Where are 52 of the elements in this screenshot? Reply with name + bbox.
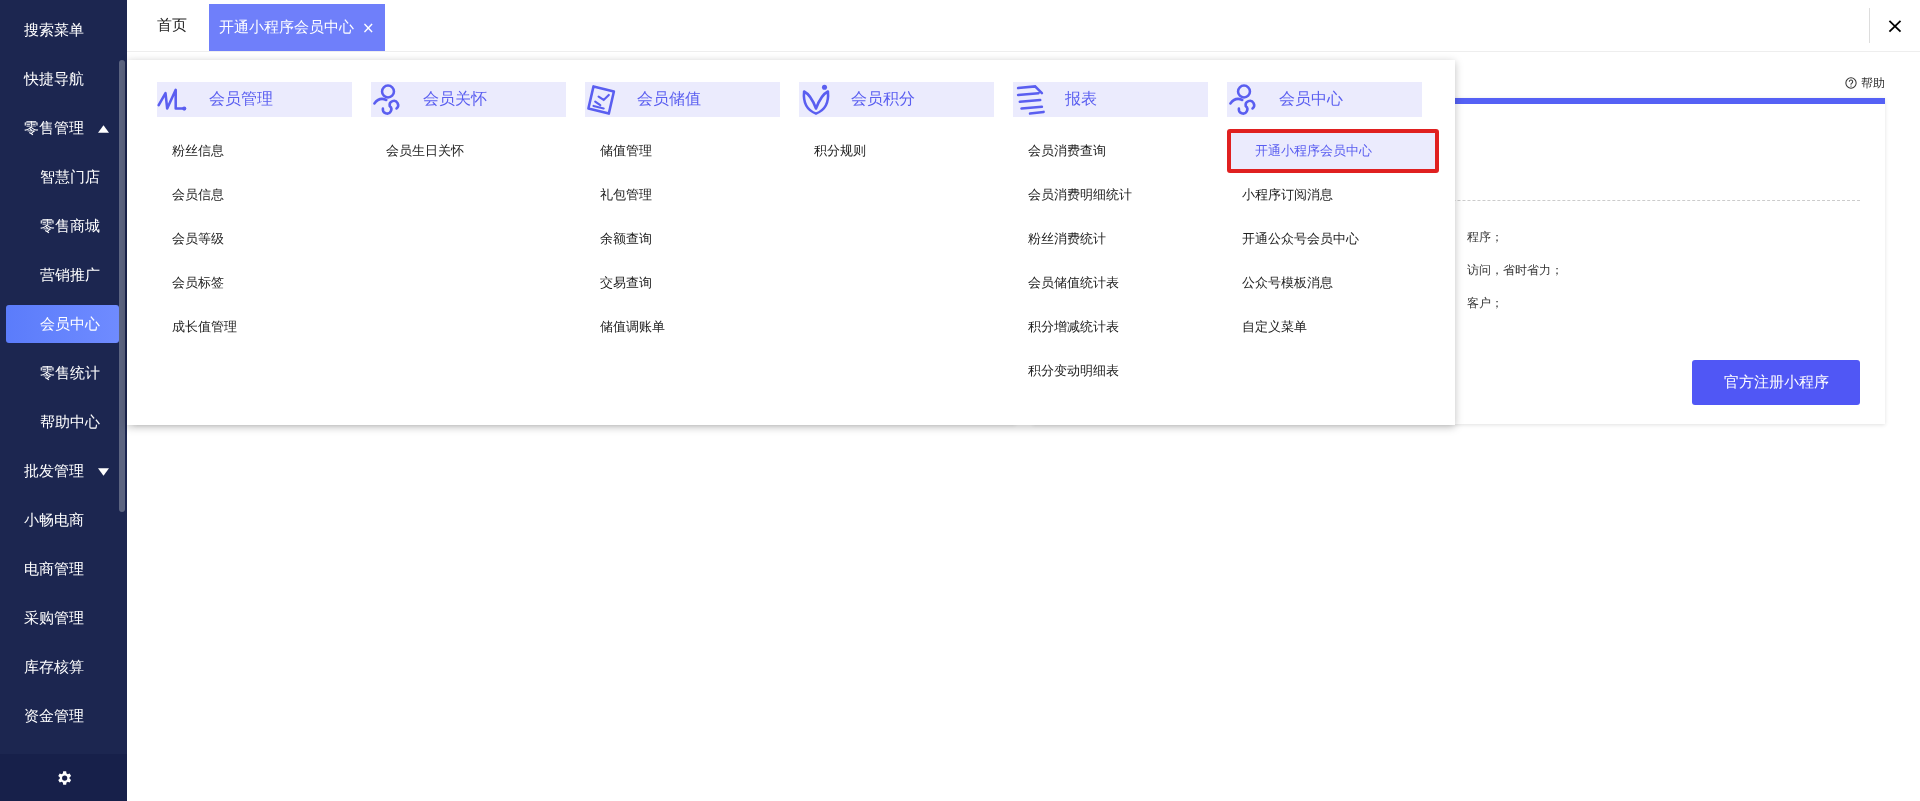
menu-item[interactable]: 小程序订阅消息 [1227,173,1441,217]
menu-item[interactable]: 礼包管理 [585,173,799,217]
menu-header-title: 会员储值 [637,89,701,110]
nav-subitem[interactable]: 营销推广 [0,251,127,300]
menu-item[interactable]: 会员信息 [157,173,371,217]
menu-item[interactable]: 积分增减统计表 [1013,305,1227,349]
menu-header-title: 报表 [1065,89,1097,110]
info-text: 客户； [1467,295,1504,312]
nav-subitem[interactable]: 智慧门店 [0,153,127,202]
menu-header-title: 会员积分 [851,89,915,110]
nav-item[interactable]: 批发管理 [0,447,127,496]
nav-subitem[interactable]: 零售统计 [0,349,127,398]
menu-item[interactable]: 粉丝消费统计 [1013,217,1227,261]
menu-item[interactable]: 开通小程序会员中心 [1227,129,1439,173]
question-icon [1845,77,1857,89]
menu-item[interactable]: 成长值管理 [157,305,371,349]
menu-item[interactable]: 会员等级 [157,217,371,261]
nav-subitem[interactable]: 零售商城 [0,202,127,251]
nav-item[interactable]: 零售管理 [0,104,127,153]
nav-item[interactable]: 小畅电商 [0,496,127,545]
menu-header-title: 会员中心 [1279,89,1343,110]
nav-item[interactable]: 资金管理 [0,692,127,741]
menu-item[interactable]: 积分变动明细表 [1013,349,1227,393]
nav-item[interactable]: 快捷导航 [0,55,127,104]
scrollbar[interactable] [119,60,125,512]
menu-item[interactable]: 公众号模板消息 [1227,261,1441,305]
info-text: 程序； [1467,229,1504,246]
menu-item[interactable]: 余额查询 [585,217,799,261]
menu-item[interactable]: 粉丝信息 [157,129,371,173]
menu-item[interactable]: 储值调账单 [585,305,799,349]
nav-item[interactable]: 搜索菜单 [0,6,127,55]
nav-item[interactable]: 电商管理 [0,545,127,594]
nav-item[interactable]: 采购管理 [0,594,127,643]
menu-item[interactable]: 会员标签 [157,261,371,305]
nav-item[interactable]: 库存核算 [0,643,127,692]
menu-item[interactable]: 会员消费明细统计 [1013,173,1227,217]
tab[interactable]: 首页 [147,0,197,51]
nav-subitem[interactable]: 帮助中心 [0,398,127,447]
menu-item[interactable]: 储值管理 [585,129,799,173]
menu-header-title: 会员管理 [209,89,273,110]
menu-item[interactable]: 自定义菜单 [1227,305,1441,349]
menu-item[interactable]: 积分规则 [799,129,1013,173]
menu-item[interactable]: 会员消费查询 [1013,129,1227,173]
info-text: 访问，省时省力； [1467,262,1564,279]
menu-item[interactable]: 交易查询 [585,261,799,305]
register-button[interactable]: 官方注册小程序 [1692,360,1860,405]
menu-item[interactable]: 会员储值统计表 [1013,261,1227,305]
close-button[interactable]: × [1869,8,1920,43]
menu-item[interactable]: 开通公众号会员中心 [1227,217,1441,261]
help-link[interactable]: 帮助 [1845,74,1885,92]
menu-item[interactable]: 会员生日关怀 [371,129,585,173]
menu-header-title: 会员关怀 [423,89,487,110]
